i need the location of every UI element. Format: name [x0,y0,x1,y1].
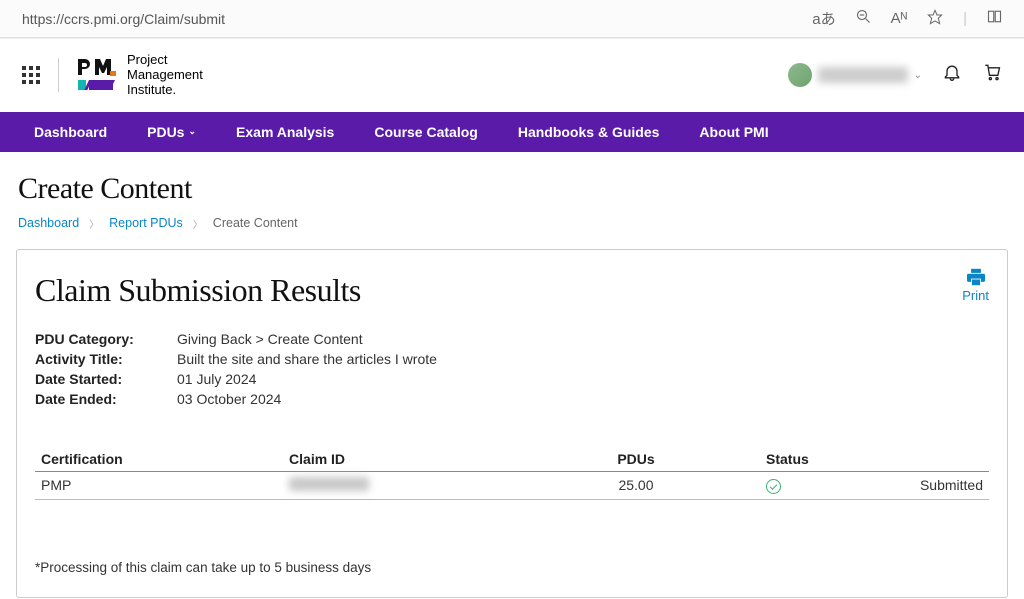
table-header-row: Certification Claim ID PDUs Status [35,447,989,472]
notifications-icon[interactable] [942,62,962,88]
activity-title-label: Activity Title: [35,351,177,367]
cell-pdus: 25.00 [512,471,760,499]
user-menu[interactable]: ⌄ [788,63,922,87]
date-ended-label: Date Ended: [35,391,177,407]
th-status-text [874,447,989,472]
site-header: Project Management Institute. ⌄ [0,38,1024,112]
collections-icon[interactable] [987,9,1002,28]
breadcrumb-report-pdus[interactable]: Report PDUs [109,216,183,230]
th-certification: Certification [35,447,283,472]
divider [58,58,59,92]
browser-toolbar: aあ Aᴺ | [812,8,1012,29]
th-claim-id: Claim ID [283,447,512,472]
activity-title-value: Built the site and share the articles I … [177,351,989,367]
table-row: PMP 25.00 Submitted [35,471,989,499]
browser-bar: https://ccrs.pmi.org/Claim/submit aあ Aᴺ … [0,0,1024,38]
nav-pdus[interactable]: PDUs ⌄ [127,112,216,152]
cell-status-text: Submitted [874,471,989,499]
th-pdus: PDUs [512,447,760,472]
processing-footnote: *Processing of this claim can take up to… [35,560,989,575]
org-name-line3: Institute. [127,83,203,98]
avatar [788,63,812,87]
pmi-logo-text: Project Management Institute. [127,53,203,98]
nav-pdus-label: PDUs [147,124,184,140]
pdu-category-label: PDU Category: [35,331,177,347]
cell-claim-id [283,471,512,499]
claim-details: PDU Category: Giving Back > Create Conte… [35,331,989,407]
print-label: Print [962,288,989,303]
nav-course-catalog[interactable]: Course Catalog [354,112,497,152]
chevron-right-icon: 〉 [89,216,99,231]
header-right: ⌄ [788,62,1002,88]
pmi-logo[interactable]: Project Management Institute. [77,53,203,98]
org-name-line1: Project [127,53,203,68]
card-title: Claim Submission Results [35,272,989,309]
chevron-down-icon: ⌄ [188,126,196,137]
text-size-icon[interactable]: Aᴺ [891,10,907,27]
date-started-value: 01 July 2024 [177,371,989,387]
app-launcher-icon[interactable] [22,66,40,84]
date-ended-value: 03 October 2024 [177,391,989,407]
user-name [818,67,908,83]
favorite-star-icon[interactable] [927,9,943,29]
breadcrumb-dashboard[interactable]: Dashboard [18,216,79,230]
main-nav: Dashboard PDUs ⌄ Exam Analysis Course Ca… [0,112,1024,152]
breadcrumb: Dashboard 〉 Report PDUs 〉 Create Content [0,216,1024,249]
nav-dashboard[interactable]: Dashboard [14,112,127,152]
print-icon [965,268,987,286]
org-name-line2: Management [127,68,203,83]
pmi-logo-mark [77,58,117,92]
th-status: Status [760,447,874,472]
cell-certification: PMP [35,471,283,499]
nav-handbooks[interactable]: Handbooks & Guides [498,112,680,152]
chevron-right-icon: 〉 [193,216,203,231]
check-circle-icon [766,479,781,494]
page-title: Create Content [0,152,1024,216]
nav-about[interactable]: About PMI [679,112,788,152]
nav-exam-analysis[interactable]: Exam Analysis [216,112,354,152]
cart-icon[interactable] [982,62,1002,88]
print-button[interactable]: Print [962,268,989,303]
pdu-category-value: Giving Back > Create Content [177,331,989,347]
url-display: https://ccrs.pmi.org/Claim/submit [12,11,812,27]
date-started-label: Date Started: [35,371,177,387]
zoom-out-icon[interactable] [856,9,871,28]
chevron-down-icon: ⌄ [914,70,922,81]
divider: | [963,10,967,27]
translate-icon[interactable]: aあ [812,8,835,29]
cell-status-icon [760,471,874,499]
results-card: Print Claim Submission Results PDU Categ… [16,249,1008,598]
breadcrumb-current: Create Content [213,216,298,230]
claims-table: Certification Claim ID PDUs Status PMP 2… [35,447,989,500]
